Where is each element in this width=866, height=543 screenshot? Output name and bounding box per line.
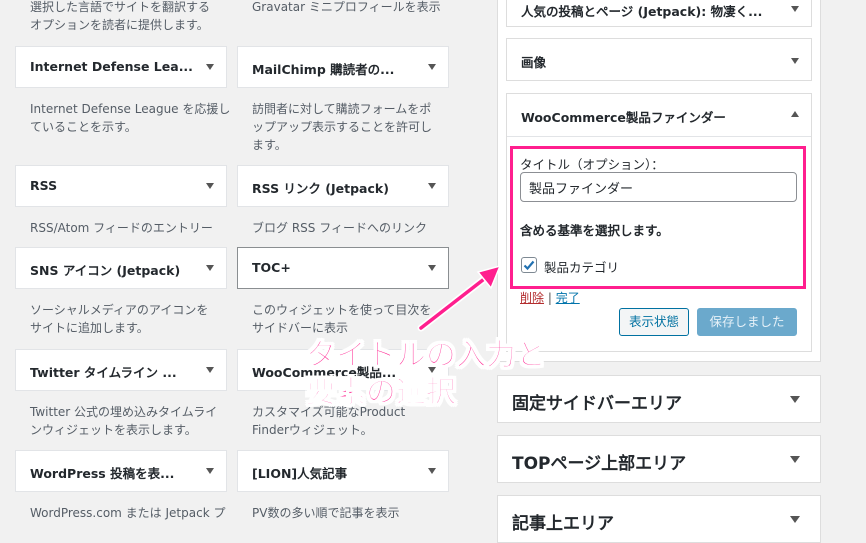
annotation-text-line2: 要素の選択 <box>306 375 457 411</box>
annotation-arrow <box>417 264 502 332</box>
